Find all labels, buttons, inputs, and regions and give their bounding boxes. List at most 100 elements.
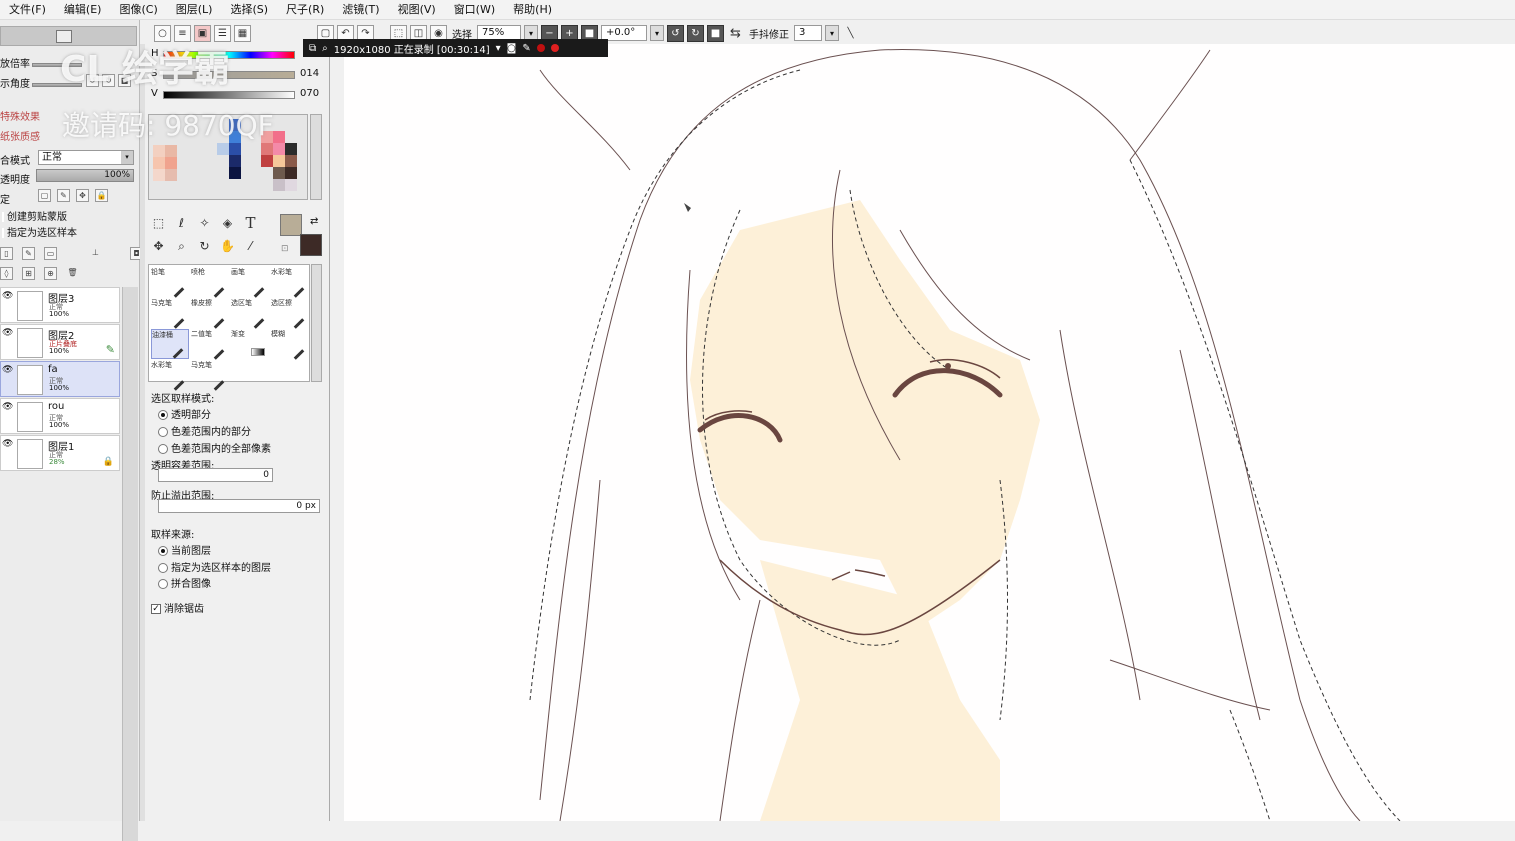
magic-wand-icon[interactable]: ✧ <box>195 214 214 233</box>
layer-item[interactable]: 👁 图层2 正片叠底 100% ✎ <box>0 324 120 360</box>
menu-ruler[interactable]: 尺子(R) <box>277 0 333 20</box>
mode-option-transparent[interactable]: 透明部分 <box>158 406 211 421</box>
mode-option-color-range[interactable]: 色差范围内的部分 <box>158 423 251 438</box>
rotate-right-icon[interactable]: ↻ <box>687 24 704 42</box>
reset-colors-icon[interactable]: ⊡ <box>281 244 289 254</box>
flip-icon[interactable]: ⇆ <box>727 25 744 42</box>
menu-layer[interactable]: 图层(L) <box>167 0 222 20</box>
clip-mask-option[interactable]: 创建剪贴蒙版 <box>2 208 67 223</box>
move-icon[interactable]: ✥ <box>149 237 168 256</box>
rotate-icon[interactable]: ↻ <box>195 237 214 256</box>
select-pen-icon[interactable]: ◈ <box>218 214 237 233</box>
swatch-scrollbar[interactable] <box>310 114 322 200</box>
brush-binary[interactable]: 二值笔 <box>191 329 229 360</box>
menu-help[interactable]: 帮助(H) <box>504 0 561 20</box>
brush-blur[interactable]: 模糊 <box>271 329 309 360</box>
brush-airbrush[interactable]: 喷枪 <box>191 267 229 298</box>
clear-layer-icon[interactable]: ◊ <box>0 267 13 280</box>
menu-edit[interactable]: 编辑(E) <box>55 0 111 20</box>
chevron-down-icon[interactable]: ▾ <box>496 43 501 54</box>
hand-icon[interactable]: ✋ <box>218 237 237 256</box>
grid-icon[interactable]: ▦ <box>234 24 251 42</box>
pen-icon[interactable]: ✎ <box>522 43 530 54</box>
background-color[interactable] <box>300 234 322 256</box>
layer-item[interactable]: 👁 图层3 正常 100% <box>0 287 120 323</box>
eye-icon[interactable]: 👁 <box>2 365 13 376</box>
brush-brush[interactable]: 画笔 <box>231 267 269 298</box>
brush-bucket[interactable]: 油漆桶 <box>151 329 189 359</box>
camera-icon[interactable]: ◙ <box>507 43 517 54</box>
menu-filter[interactable]: 滤镜(T) <box>333 0 388 20</box>
swap-colors-icon[interactable]: ⇄ <box>310 216 318 227</box>
radio-button[interactable] <box>158 563 168 573</box>
text-icon[interactable]: T <box>241 214 260 233</box>
radio-button[interactable] <box>158 427 168 437</box>
rotate-left-icon[interactable]: ↺ <box>667 24 684 42</box>
brush-scrollbar[interactable] <box>311 264 322 382</box>
tolerance-field[interactable]: 0 <box>158 468 273 482</box>
brush-eraser[interactable]: 橡皮擦 <box>191 298 229 329</box>
brush-watercolor-2[interactable]: 水彩笔 <box>151 360 189 391</box>
transfer-down-icon[interactable]: ⊥ <box>89 247 102 260</box>
brush-pencil[interactable]: 铅笔 <box>151 267 189 298</box>
new-pen-layer-icon[interactable]: ✎ <box>22 247 35 260</box>
brush-gradient[interactable]: 渐变 <box>231 329 269 359</box>
antialias-option[interactable]: ✓ 消除锯齿 <box>151 600 204 615</box>
chevron-down-icon[interactable]: ▾ <box>825 25 839 41</box>
special-effects-label[interactable]: 特殊效果 <box>0 108 40 123</box>
eye-icon[interactable]: 👁 <box>2 439 13 450</box>
sample-source-option[interactable]: 指定为选区样本 <box>2 224 77 239</box>
radio-button[interactable] <box>158 444 168 454</box>
lock-paint-icon[interactable]: ✎ <box>57 189 70 202</box>
brush-watercolor[interactable]: 水彩笔 <box>271 267 309 298</box>
pause-icon[interactable] <box>536 44 545 52</box>
stabilizer-field[interactable]: 3 <box>794 25 822 41</box>
record-icon[interactable] <box>550 44 559 52</box>
value-slider[interactable] <box>163 91 295 99</box>
chevron-down-icon[interactable]: ▾ <box>650 25 664 41</box>
radio-button[interactable] <box>158 579 168 589</box>
list-icon[interactable]: ☰ <box>214 24 231 42</box>
brush-marker[interactable]: 马克笔 <box>151 298 189 329</box>
merge-icon[interactable]: ⊕ <box>44 267 57 280</box>
menu-file[interactable]: 文件(F) <box>0 0 55 20</box>
layer-item[interactable]: 👁 fa 正常 100% <box>0 361 120 397</box>
brush-marker-2[interactable]: 马克笔 <box>191 360 229 391</box>
menu-view[interactable]: 视图(V) <box>389 0 445 20</box>
brush-select-pen[interactable]: 选区笔 <box>231 298 269 329</box>
zoom-icon[interactable]: ⌕ <box>172 237 191 256</box>
source-option-merged[interactable]: 拼合图像 <box>158 575 211 590</box>
mode-option-all-pixels[interactable]: 色差范围内的全部像素 <box>158 440 271 455</box>
lines-icon[interactable]: ≡ <box>174 24 191 42</box>
lock-transparency-icon[interactable]: ▢ <box>38 189 51 202</box>
source-option-sample[interactable]: 指定为选区样本的图层 <box>158 559 271 574</box>
layer-item[interactable]: 👁 图层1 正常 28% 🔒 <box>0 435 120 471</box>
merge-down-icon[interactable]: ⊞ <box>22 267 35 280</box>
trash-icon[interactable]: 🗑 <box>66 267 79 280</box>
eye-icon[interactable]: 👁 <box>2 402 13 413</box>
eye-icon[interactable]: 👁 <box>2 328 13 339</box>
menu-window[interactable]: 窗口(W) <box>445 0 504 20</box>
new-folder-icon[interactable]: ▭ <box>44 247 57 260</box>
blend-mode-select[interactable]: 正常 ▾ <box>38 150 134 165</box>
drawing-canvas[interactable] <box>344 44 1515 821</box>
radio-button[interactable] <box>158 546 168 556</box>
brush-select-eraser[interactable]: 选区擦 <box>271 298 309 329</box>
search-icon[interactable]: ⌕ <box>322 43 328 54</box>
opacity-slider[interactable]: 100% <box>36 169 134 182</box>
radio-button[interactable] <box>158 410 168 420</box>
palette-icon[interactable]: ▣ <box>194 24 211 42</box>
rect-select-icon[interactable]: ⬚ <box>149 214 168 233</box>
source-option-current[interactable]: 当前图层 <box>158 542 211 557</box>
lasso-icon[interactable]: ℓ <box>172 214 191 233</box>
straight-line-icon[interactable]: ╲ <box>842 25 859 42</box>
paper-texture-label[interactable]: 纸张质感 <box>0 128 40 143</box>
lock-move-icon[interactable]: ✥ <box>76 189 89 202</box>
circle-icon[interactable]: ○ <box>154 24 171 42</box>
overflow-field[interactable]: 0 px <box>158 499 320 513</box>
lock-all-icon[interactable]: 🔒 <box>95 189 108 202</box>
new-layer-icon[interactable]: ▯ <box>0 247 13 260</box>
reset-rotation-icon[interactable]: ■ <box>707 24 724 42</box>
eyedropper-icon[interactable]: ⁄ <box>241 237 260 256</box>
eye-icon[interactable]: 👁 <box>2 291 13 302</box>
